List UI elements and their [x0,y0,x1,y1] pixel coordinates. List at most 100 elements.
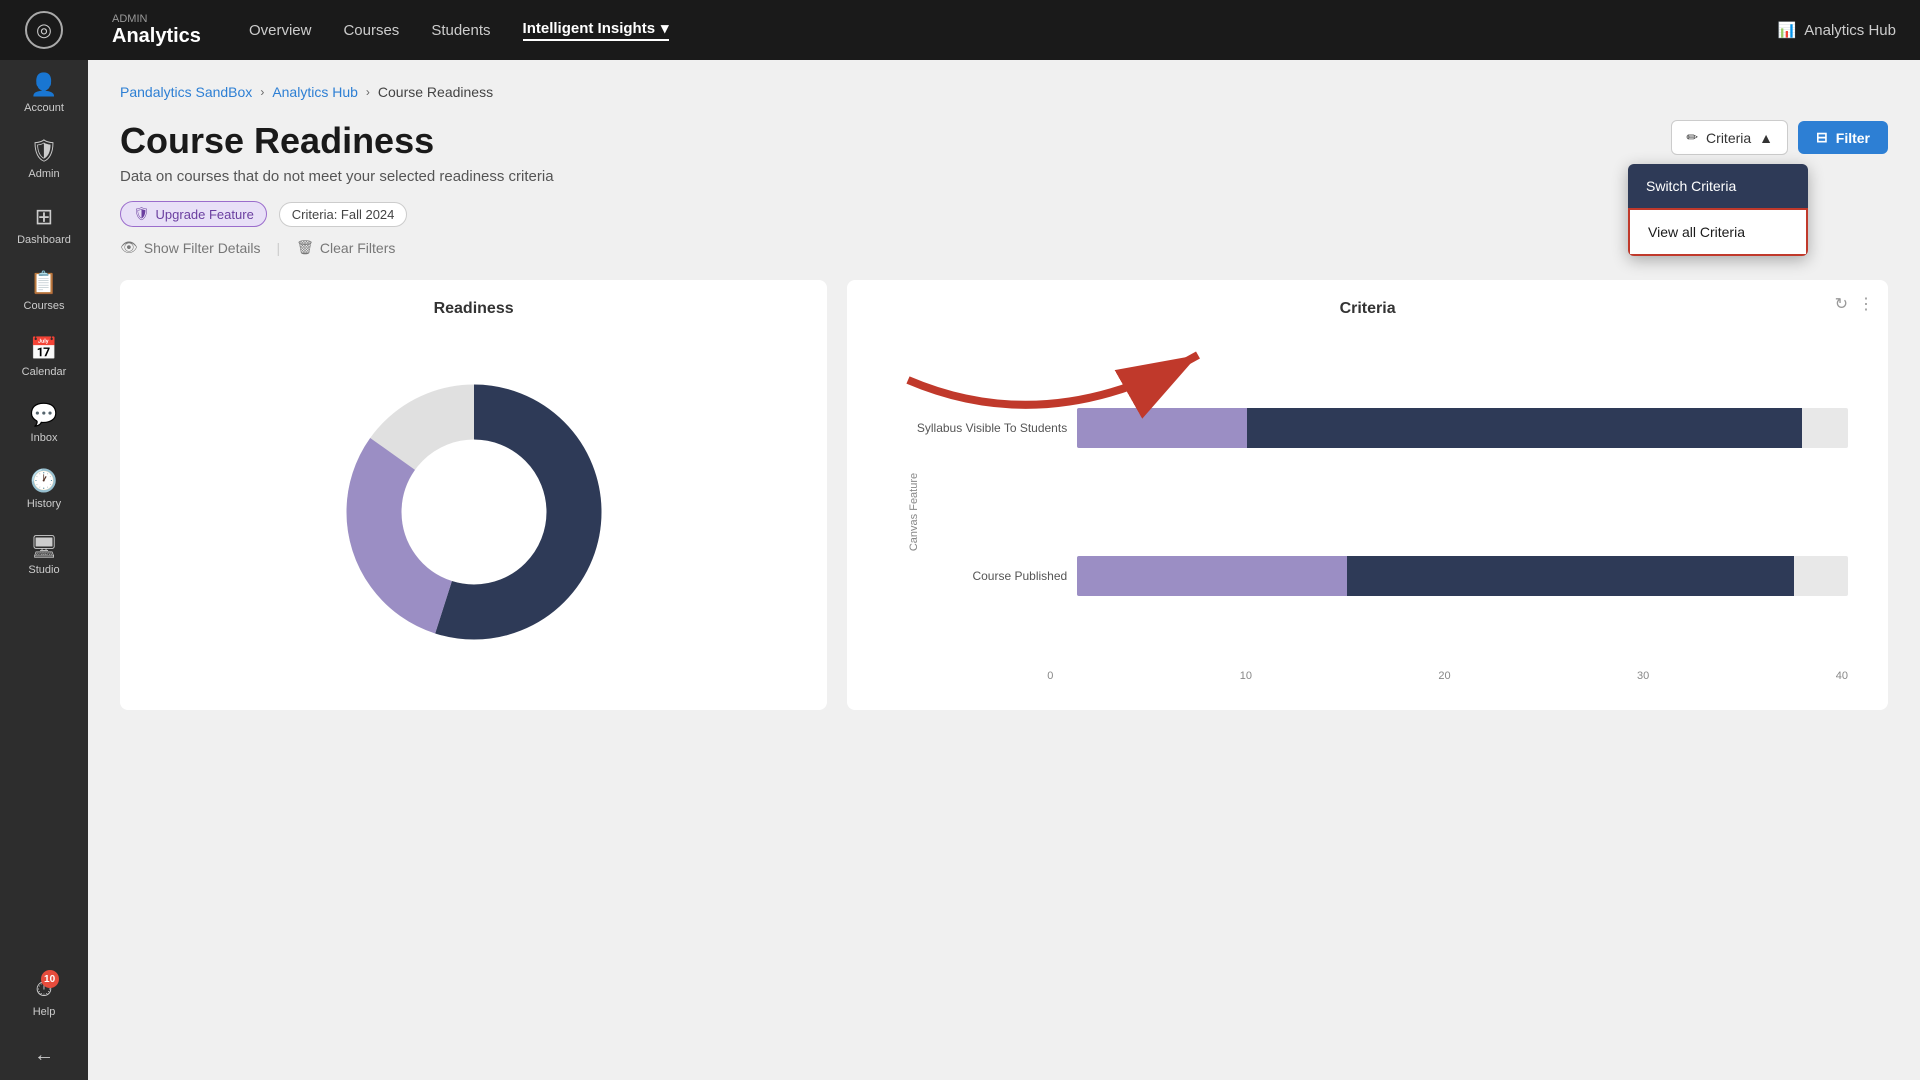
sidebar-bottom: ⏱ 10 Help ← [0,964,88,1080]
nav-students[interactable]: Students [431,18,490,43]
analytics-hub-link[interactable]: 📊 Analytics Hub [1778,21,1896,39]
breadcrumb-pandalytics[interactable]: Pandalytics SandBox [120,84,252,100]
history-icon: 🕐 [30,468,57,494]
readiness-chart-card: Readiness [120,280,827,710]
admin-icon: 🛡 [30,138,58,164]
page-subtitle: Data on courses that do not meet your se… [120,168,554,185]
nav-courses[interactable]: Courses [343,18,399,43]
filter-label: Filter [1836,130,1870,146]
filter-icon: ⊟ [1816,129,1828,146]
nav-intelligent-insights[interactable]: Intelligent Insights ▾ [523,19,669,41]
brand: ADMIN Analytics [112,13,201,48]
criteria-chart-card: Criteria ↻ ⋮ Canvas Feature Syllabus Vis… [847,280,1888,710]
studio-icon: 🖥 [30,534,58,560]
upgrade-label: Upgrade Feature [156,207,254,222]
sidebar-item-help-label: Help [33,1006,56,1018]
brand-admin-label: ADMIN [112,13,201,25]
page-header: Course Readiness Data on courses that do… [120,120,1888,185]
sidebar-item-studio-label: Studio [28,564,59,576]
refresh-icon[interactable]: ↻ [1835,294,1848,314]
bar-label-1: Syllabus Visible To Students [897,421,1067,435]
bar-track-2 [1077,556,1848,596]
filter-separator: | [276,240,280,256]
criteria-tag[interactable]: Criteria: Fall 2024 [279,202,408,227]
content-area: Pandalytics SandBox › Analytics Hub › Co… [88,60,1920,1080]
criteria-button[interactable]: ✏ Criteria ▲ [1671,120,1788,155]
x-tick-10: 10 [1240,670,1252,682]
readiness-chart-title: Readiness [140,300,807,318]
criteria-pencil-icon: ✏ [1686,129,1698,146]
sidebar-item-inbox[interactable]: 💬 Inbox [0,390,88,456]
more-options-icon[interactable]: ⋮ [1858,294,1874,314]
donut-chart-container [140,334,807,690]
sidebar-logo: ◎ [0,0,88,60]
breadcrumb-current: Course Readiness [378,84,493,100]
calendar-icon: 📅 [30,336,57,362]
show-filter-details-link[interactable]: 👁 Show Filter Details [120,239,260,256]
sidebar-item-dashboard-label: Dashboard [17,234,71,246]
app-logo-icon: ◎ [25,11,63,49]
sidebar: ◎ 👤 Account 🛡 Admin ⊞ Dashboard 📋 Course… [0,0,88,1080]
bar-fill-dark-1 [1247,408,1802,448]
sidebar-item-admin-label: Admin [28,168,59,180]
help-badge-container: ⏱ 10 [35,976,52,1002]
bar-fill-light-1 [1077,408,1247,448]
main-area: ADMIN Analytics Overview Courses Student… [88,0,1920,1080]
bar-row-2: Course Published [1077,556,1848,596]
criteria-label: Criteria [1706,130,1751,146]
collapse-icon: ← [34,1044,54,1067]
account-icon: 👤 [30,72,57,98]
sidebar-item-calendar[interactable]: 📅 Calendar [0,324,88,390]
eye-icon: 👁 [120,239,138,256]
bar-fill-light-2 [1077,556,1347,596]
bar-fill-dark-2 [1347,556,1794,596]
switch-criteria-item[interactable]: Switch Criteria [1628,164,1808,208]
bar-chart-inner: Syllabus Visible To Students Course Publ… [897,334,1868,690]
analytics-hub-label: Analytics Hub [1804,22,1896,39]
shield-icon: 🛡 [133,206,150,222]
sidebar-item-account-label: Account [24,102,64,114]
filter-button[interactable]: ⊟ Filter [1798,121,1888,154]
sidebar-item-history[interactable]: 🕐 History [0,456,88,522]
sidebar-item-courses[interactable]: 📋 Courses [0,258,88,324]
dashboard-icon: ⊞ [35,204,53,230]
upgrade-feature-tag[interactable]: 🛡 Upgrade Feature [120,201,267,227]
bar-label-2: Course Published [897,569,1067,583]
sidebar-item-inbox-label: Inbox [31,432,58,444]
chart-actions: ↻ ⋮ [1835,294,1874,314]
insights-label: Intelligent Insights [523,20,656,37]
breadcrumb-sep-2: › [366,85,370,99]
x-tick-0: 0 [1047,670,1053,682]
top-navigation: ADMIN Analytics Overview Courses Student… [88,0,1920,60]
inbox-icon: 💬 [30,402,57,428]
breadcrumb: Pandalytics SandBox › Analytics Hub › Co… [120,84,1888,100]
criteria-chart-title: Criteria [867,300,1868,318]
sidebar-item-studio[interactable]: 🖥 Studio [0,522,88,588]
x-tick-20: 20 [1438,670,1450,682]
page-title: Course Readiness [120,120,554,162]
charts-row: Readiness Criteria [120,280,1888,710]
bar-row-1: Syllabus Visible To Students [1077,408,1848,448]
x-axis: 0 10 20 30 40 [1047,670,1848,682]
breadcrumb-analytics-hub[interactable]: Analytics Hub [272,84,358,100]
bar-chart-container: Canvas Feature Syllabus Visible To Stude… [867,334,1868,690]
trash-icon: 🗑 [296,239,314,256]
sidebar-item-admin[interactable]: 🛡 Admin [0,126,88,192]
view-all-criteria-item[interactable]: View all Criteria [1628,208,1808,256]
sidebar-item-calendar-label: Calendar [22,366,67,378]
donut-chart-svg [334,372,614,652]
clear-filter-label: Clear Filters [320,240,395,256]
sidebar-item-courses-label: Courses [24,300,65,312]
sidebar-item-dashboard[interactable]: ⊞ Dashboard [0,192,88,258]
sidebar-item-help[interactable]: ⏱ 10 Help [0,964,88,1030]
sidebar-item-account[interactable]: 👤 Account [0,60,88,126]
x-tick-30: 30 [1637,670,1649,682]
sidebar-collapse-button[interactable]: ← [0,1030,88,1080]
brand-name-label: Analytics [112,25,201,48]
help-badge-count: 10 [41,970,59,988]
sidebar-item-history-label: History [27,498,61,510]
clear-filters-link[interactable]: 🗑 Clear Filters [296,239,395,256]
header-actions: ✏ Criteria ▲ ⊟ Filter Switch Criteria Vi… [1671,120,1888,155]
criteria-dropdown: Switch Criteria View all Criteria [1628,164,1808,256]
nav-overview[interactable]: Overview [249,18,312,43]
